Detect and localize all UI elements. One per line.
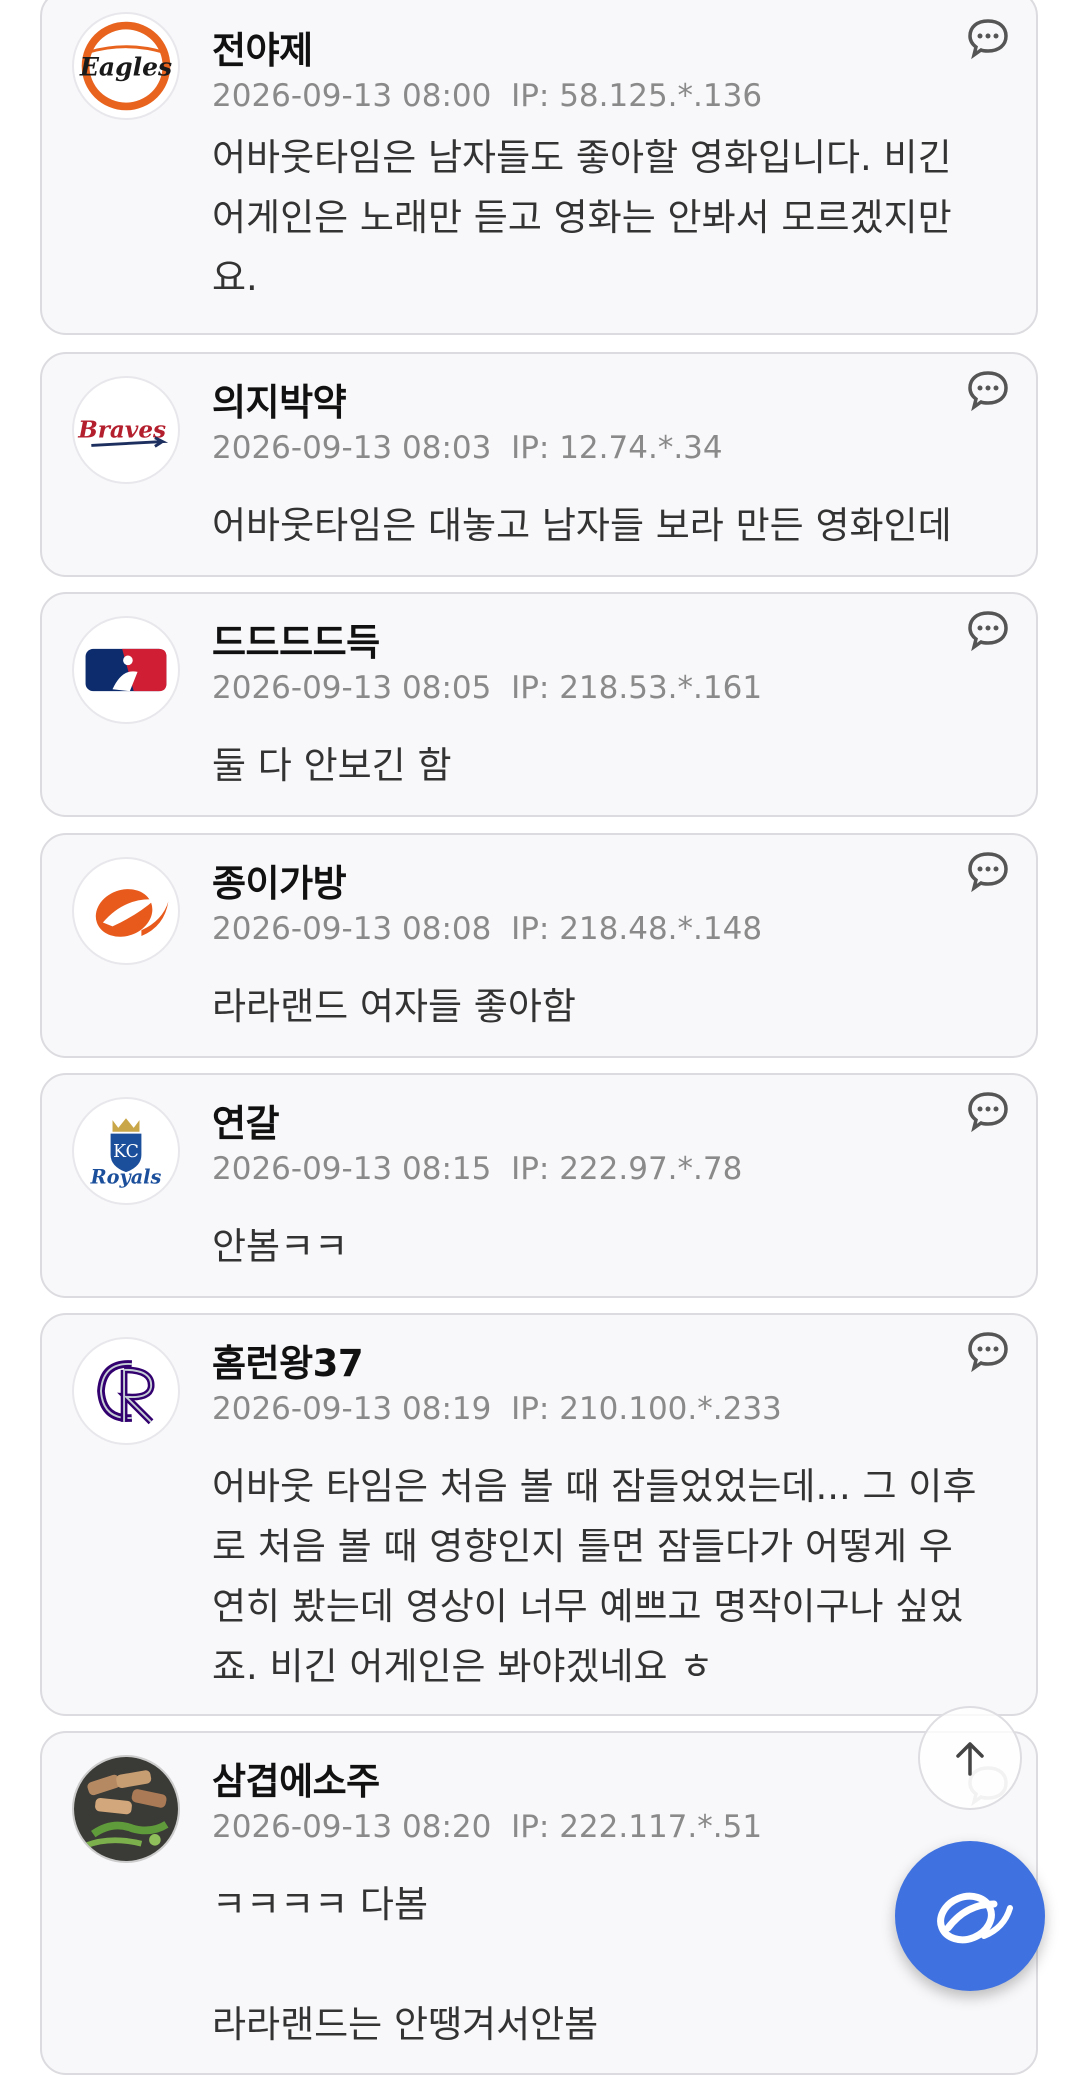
comment-date: 2026-09-13 08:05 (212, 670, 492, 706)
comment-meta: 2026-09-13 08:03 IP: 12.74.*.34 (212, 430, 723, 466)
speech-bubble-icon[interactable] (966, 16, 1010, 60)
svg-text:Eagles: Eagles (79, 52, 172, 82)
comment-date: 2026-09-13 08:08 (212, 911, 492, 947)
rockies-logo-avatar[interactable] (72, 1337, 180, 1445)
comment-ip: IP: 218.53.*.161 (511, 670, 763, 706)
grilled-pork-photo-icon (74, 1757, 178, 1861)
grilled-pork-photo-avatar[interactable] (72, 1755, 180, 1863)
comment-ip: IP: 222.97.*.78 (511, 1151, 743, 1187)
speech-bubble-icon[interactable] (966, 368, 1010, 412)
comment-body: 라라랜드 여자들 좋아함 (212, 985, 576, 1028)
baseball-swoosh-icon (937, 1892, 1013, 1944)
comment-meta: 2026-09-13 08:20 IP: 222.117.*.51 (212, 1809, 762, 1845)
royals-logo-icon: KC Royals (90, 1118, 162, 1189)
comment-card: 드드드드득 2026-09-13 08:05 IP: 218.53.*.161 … (40, 592, 1038, 817)
baseball-swoosh-logo-avatar[interactable] (72, 857, 180, 965)
speech-bubble-icon[interactable] (966, 1089, 1010, 1133)
speech-bubble-icon[interactable] (966, 1329, 1010, 1373)
royals-logo-avatar[interactable]: KC Royals (72, 1097, 180, 1205)
comment-meta: 2026-09-13 08:19 IP: 210.100.*.233 (212, 1391, 782, 1427)
comment-date: 2026-09-13 08:20 (212, 1809, 492, 1845)
comment-body: ㅋㅋㅋㅋ 다봄 라라랜드는 안땡겨서안봄 (212, 1883, 599, 2046)
comment-author[interactable]: 삼겹에소주 (212, 1751, 380, 1805)
comment-author[interactable]: 홈런왕37 (212, 1333, 364, 1387)
rockies-logo-icon (97, 1360, 155, 1425)
comment-author[interactable]: 의지박약 (212, 372, 347, 426)
baseball-swoosh-logo-icon (95, 889, 169, 937)
arrow-up-icon (956, 1742, 984, 1776)
comment-ip: IP: 210.100.*.233 (511, 1391, 782, 1427)
scroll-top-button[interactable] (918, 1706, 1022, 1810)
comment-date: 2026-09-13 08:19 (212, 1391, 492, 1427)
write-comment-button[interactable] (895, 1841, 1045, 1991)
comment-ip: IP: 58.125.*.136 (511, 78, 763, 114)
comment-card: 종이가방 2026-09-13 08:08 IP: 218.48.*.148 라… (40, 833, 1038, 1058)
speech-bubble-icon[interactable] (966, 849, 1010, 893)
comment-card: Braves 의지박약 2026-09-13 08:03 IP: 12.74.*… (40, 352, 1038, 577)
comment-body: 어바웃 타임은 처음 볼 때 잠들었었는데... 그 이후 로 처음 볼 때 영… (212, 1465, 977, 1688)
mlb-logo-avatar[interactable] (72, 616, 180, 724)
comment-card: Eagles 전야제 2026-09-13 08:00 IP: 58.125.*… (40, 0, 1038, 335)
comment-body: 어바웃타임은 대놓고 남자들 보라 만든 영화인데 (212, 504, 952, 547)
comment-author[interactable]: 드드드드득 (212, 612, 380, 666)
comment-date: 2026-09-13 08:03 (212, 430, 492, 466)
comment-date: 2026-09-13 08:00 (212, 78, 492, 114)
braves-logo-avatar[interactable]: Braves (72, 376, 180, 484)
comment-meta: 2026-09-13 08:15 IP: 222.97.*.78 (212, 1151, 742, 1187)
speech-bubble-icon[interactable] (966, 608, 1010, 652)
svg-text:KC: KC (113, 1142, 139, 1162)
eagles-logo-icon: Eagles (79, 21, 172, 111)
svg-text:Braves: Braves (77, 417, 166, 444)
mlb-logo-icon (85, 648, 167, 692)
comment-card: KC Royals 연갈 2026-09-13 08:15 IP: 222.97… (40, 1073, 1038, 1298)
comment-body: 둘 다 안보긴 함 (212, 744, 452, 787)
comment-card: 삼겹에소주 2026-09-13 08:20 IP: 222.117.*.51 … (40, 1731, 1038, 2075)
comment-author[interactable]: 전야제 (212, 20, 313, 74)
svg-text:Royals: Royals (90, 1166, 162, 1189)
comment-ip: IP: 222.117.*.51 (511, 1809, 763, 1845)
braves-logo-icon: Braves (77, 417, 169, 448)
comment-body: 안봄ㅋㅋ (212, 1225, 349, 1268)
comment-author[interactable]: 연갈 (212, 1093, 280, 1147)
comment-meta: 2026-09-13 08:08 IP: 218.48.*.148 (212, 911, 762, 947)
eagles-logo-avatar[interactable]: Eagles (72, 12, 180, 120)
comment-author[interactable]: 종이가방 (212, 853, 347, 907)
comment-body: 어바웃타임은 남자들도 좋아할 영화입니다. 비긴 어게인은 노래만 듣고 영화… (212, 136, 952, 299)
comment-meta: 2026-09-13 08:00 IP: 58.125.*.136 (212, 78, 762, 114)
comment-date: 2026-09-13 08:15 (212, 1151, 492, 1187)
comment-ip: IP: 218.48.*.148 (511, 911, 763, 947)
comment-ip: IP: 12.74.*.34 (511, 430, 723, 466)
comment-meta: 2026-09-13 08:05 IP: 218.53.*.161 (212, 670, 762, 706)
comment-card: 홈런왕37 2026-09-13 08:19 IP: 210.100.*.233… (40, 1313, 1038, 1716)
